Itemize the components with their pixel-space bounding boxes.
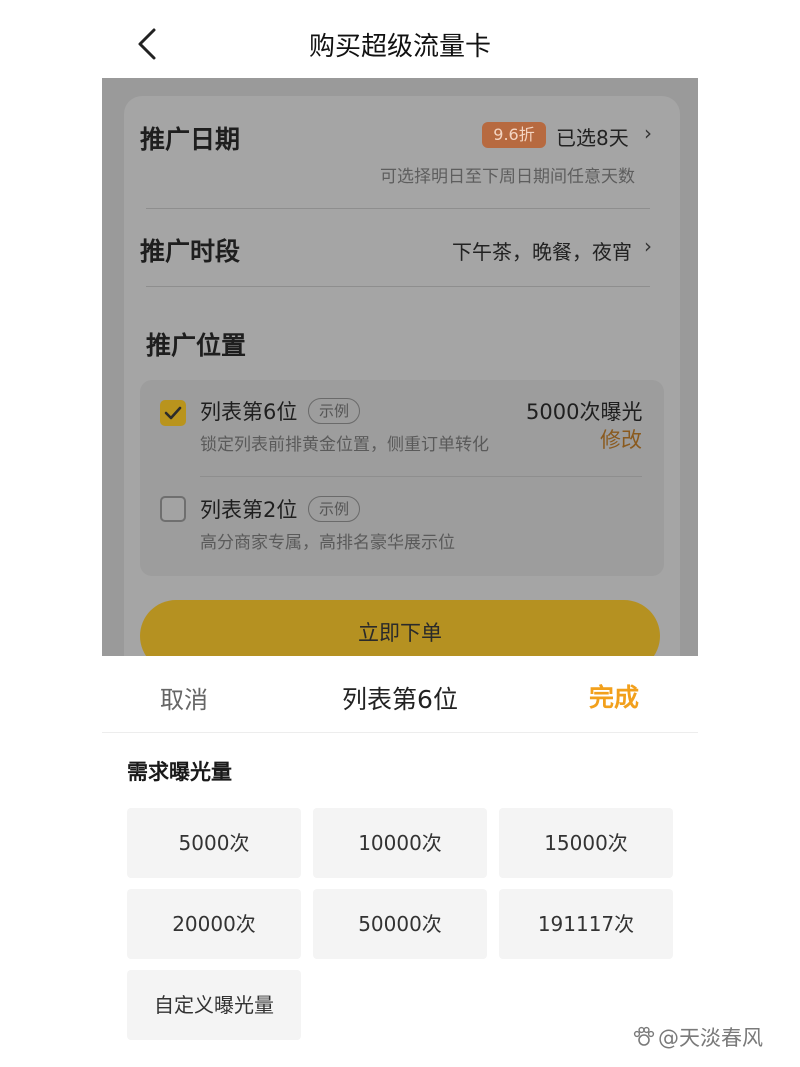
promotion-time-value[interactable]: 下午茶，晚餐，夜宵 (452, 236, 632, 265)
amount-option[interactable]: 50000次 (313, 889, 487, 959)
option-title[interactable]: 列表第6位 (200, 396, 297, 426)
promotion-card: 推广日期 9.6折 已选8天 › 可选择明日至下周日期间任意天数 推广时段 下午… (124, 96, 680, 656)
chevron-right-icon[interactable]: › (644, 121, 652, 145)
divider (146, 286, 650, 287)
done-button[interactable]: 完成 (589, 678, 639, 714)
discount-badge: 9.6折 (482, 122, 546, 148)
edit-link[interactable]: 修改 (600, 424, 642, 454)
position-options: 列表第6位 示例 5000次曝光 锁定列表前排黄金位置，侧重订单转化 修改 列表… (140, 380, 664, 576)
divider (200, 476, 642, 477)
promotion-date-selected[interactable]: 已选8天 (556, 122, 629, 151)
divider (146, 208, 650, 209)
promotion-date-label: 推广日期 (140, 125, 241, 154)
option-desc: 高分商家专属，高排名豪华展示位 (200, 533, 455, 553)
check-icon (164, 406, 182, 420)
option-desc: 锁定列表前排黄金位置，侧重订单转化 (200, 435, 489, 455)
paw-icon (633, 1026, 655, 1046)
nav-bar: 购买超级流量卡 (0, 0, 800, 78)
example-tag[interactable]: 示例 (308, 496, 361, 522)
amount-option[interactable]: 10000次 (313, 808, 487, 878)
divider (102, 732, 698, 733)
order-button[interactable]: 立即下单 (140, 600, 660, 656)
amount-option[interactable]: 20000次 (127, 889, 301, 959)
custom-amount-option[interactable]: 自定义曝光量 (127, 970, 301, 1040)
amount-option[interactable]: 5000次 (127, 808, 301, 878)
amount-option[interactable]: 191117次 (499, 889, 673, 959)
checkbox-option-2[interactable] (160, 496, 186, 522)
page-overlay[interactable]: 推广日期 9.6折 已选8天 › 可选择明日至下周日期间任意天数 推广时段 下午… (102, 78, 698, 656)
promotion-position-label: 推广位置 (146, 331, 247, 360)
chevron-right-icon[interactable]: › (644, 234, 652, 258)
watermark: @天淡春风 (632, 1022, 763, 1052)
example-tag[interactable]: 示例 (308, 398, 361, 424)
page-title: 购买超级流量卡 (308, 32, 491, 62)
section-label: 需求曝光量 (127, 760, 232, 784)
exposure-sheet: 取消 列表第6位 完成 需求曝光量 5000次 10000次 15000次 20… (102, 656, 698, 1067)
checkbox-option-1[interactable] (160, 400, 186, 426)
promotion-time-label: 推广时段 (140, 237, 241, 266)
watermark-text: @天淡春风 (658, 1026, 763, 1050)
promotion-date-hint: 可选择明日至下周日期间任意天数 (380, 167, 635, 187)
option-title[interactable]: 列表第2位 (200, 494, 297, 524)
amount-option[interactable]: 15000次 (499, 808, 673, 878)
option-amount: 5000次曝光 (526, 400, 643, 424)
